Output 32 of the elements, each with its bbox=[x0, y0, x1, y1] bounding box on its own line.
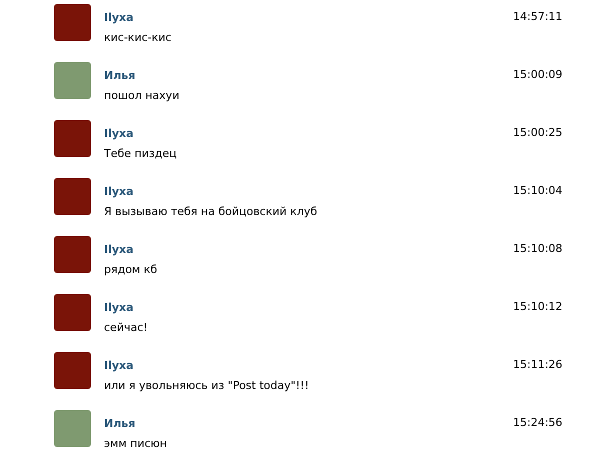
message-time: 15:10:04 bbox=[513, 184, 562, 198]
message-text: Я вызываю тебя на бойцовский клуб bbox=[104, 204, 318, 218]
author-name-link[interactable]: Ilyxa bbox=[104, 359, 134, 373]
message-time: 15:10:12 bbox=[513, 300, 562, 314]
author-name-link[interactable]: Ilyxa bbox=[104, 127, 134, 141]
message-text: эмм писюн bbox=[104, 436, 168, 450]
message-time: 15:11:26 bbox=[513, 358, 562, 372]
message-time: 14:57:11 bbox=[513, 10, 562, 24]
avatar-photo-placeholder[interactable] bbox=[54, 178, 91, 215]
message-text: пошол нахуи bbox=[104, 88, 180, 102]
author-name-link[interactable]: Ilyxa bbox=[104, 11, 134, 25]
avatar-photo-placeholder[interactable] bbox=[54, 4, 91, 41]
message-text: сейчас! bbox=[104, 320, 149, 334]
message-time: 15:00:09 bbox=[513, 68, 562, 82]
author-name-link[interactable]: Ilyxa bbox=[104, 243, 134, 257]
message-time: 15:24:56 bbox=[513, 416, 562, 430]
avatar-photo-placeholder[interactable] bbox=[54, 236, 91, 273]
message-time: 15:10:08 bbox=[513, 242, 562, 256]
avatar-photo-placeholder[interactable] bbox=[54, 294, 91, 331]
avatar-photo-placeholder[interactable] bbox=[54, 120, 91, 157]
avatar-photo-placeholder[interactable] bbox=[54, 62, 91, 99]
avatar-photo-placeholder[interactable] bbox=[54, 410, 91, 447]
message-text: рядом кб bbox=[104, 262, 158, 276]
message-text: кис-кис-кис bbox=[104, 30, 172, 44]
author-name-link[interactable]: Илья bbox=[104, 69, 136, 83]
author-name-link[interactable]: Ilyxa bbox=[104, 185, 134, 199]
author-name-link[interactable]: Илья bbox=[104, 417, 136, 431]
message-text: Тебе пиздец bbox=[104, 146, 178, 160]
message-text: или я увольняюсь из "Post today"!!! bbox=[104, 378, 310, 392]
avatar-photo-placeholder[interactable] bbox=[54, 352, 91, 389]
message-time: 15:00:25 bbox=[513, 126, 562, 140]
author-name-link[interactable]: Ilyxa bbox=[104, 301, 134, 315]
